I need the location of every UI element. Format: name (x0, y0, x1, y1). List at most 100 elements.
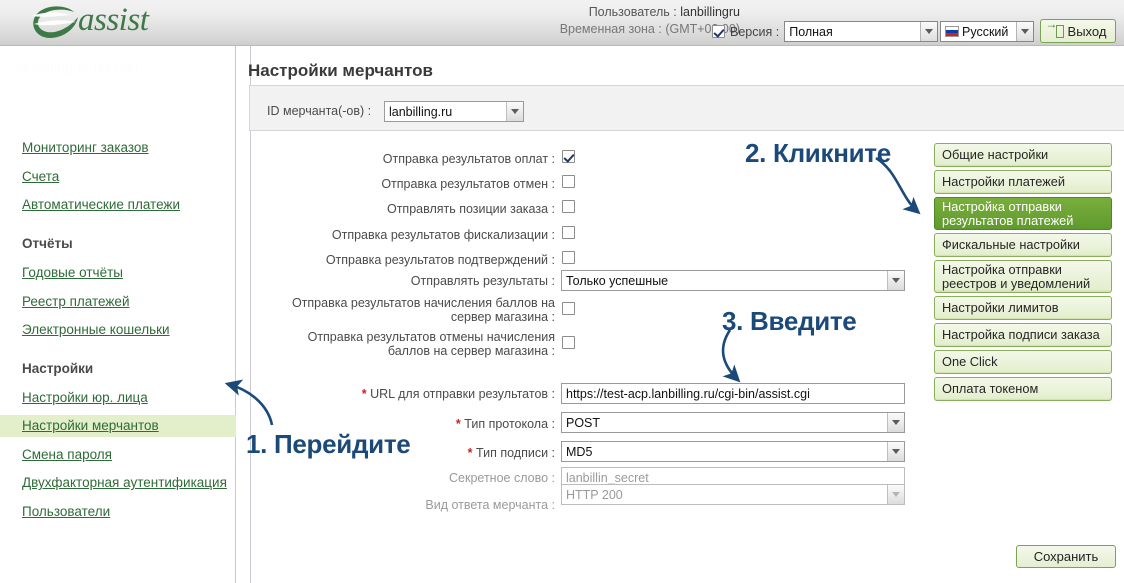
merchant-response-label: Вид ответа мерчанта : (425, 498, 555, 512)
tab-label-8: Оплата токеном (942, 381, 1039, 396)
send-results-select[interactable]: Только успешные (561, 270, 905, 291)
protocol-label-text: Тип протокола : (464, 417, 555, 431)
language-select[interactable]: Русский (940, 21, 1034, 42)
sidebar (0, 46, 236, 583)
tab-1[interactable]: Настройки платежей (934, 170, 1112, 194)
signature-value: MD5 (566, 444, 593, 459)
settings-row-label-1: Отправка результатов отмен : (381, 177, 555, 191)
url-input[interactable]: https://test-acp.lanbilling.ru/cgi-bin/a… (561, 383, 905, 404)
chevron-down-icon (887, 485, 904, 504)
settings-row-checkbox-1[interactable] (562, 175, 575, 188)
secret-label: Секретное слово : (449, 471, 555, 485)
sidebar-item-1[interactable]: Счета (22, 169, 59, 184)
version-block: Версия : Полная (712, 21, 939, 42)
tab-label-1: Настройки платежей (942, 174, 1066, 189)
version-checkbox[interactable] (712, 25, 725, 38)
sidebar-item-0[interactable]: Мониторинг заказов (22, 140, 149, 155)
sidebar-item-6[interactable]: Электронные кошельки (22, 322, 170, 337)
tab-label-5: Настройки лимитов (942, 300, 1059, 315)
bonus-cancel-label: Отправка результатов отмены начисления б… (307, 330, 555, 358)
tab-0[interactable]: Общие настройки (934, 143, 1112, 167)
settings-row-label-2: Отправлять позиции заказа : (386, 202, 555, 216)
bonus-cancel-checkbox[interactable] (562, 336, 575, 349)
page-title: Настройки мерчантов (248, 61, 433, 80)
settings-row-label-4: Отправка результатов подтверждений : (325, 253, 555, 267)
tab-label-3: Фискальные настройки (942, 237, 1080, 252)
chevron-down-icon (887, 442, 904, 461)
sidebar-item-10[interactable]: Смена пароля (22, 447, 112, 462)
tab-label-2: Настройка отправки результатов платежей (942, 198, 1074, 228)
bonus-accrual-checkbox[interactable] (562, 302, 575, 315)
annotation-0: 1. Перейдите (246, 429, 411, 459)
settings-row-checkbox-0[interactable] (562, 150, 575, 163)
tab-2[interactable]: Настройка отправки результатов платежей (934, 197, 1112, 230)
url-label-text: URL для отправки результатов : (370, 387, 555, 401)
merchant-id-select[interactable]: lanbilling.ru (384, 101, 524, 122)
timezone-info: Временная зона : (GMT+03:00) (450, 22, 740, 36)
merchant-id-value: lanbilling.ru (389, 104, 453, 119)
tab-5[interactable]: Настройки лимитов (934, 296, 1112, 320)
send-results-label: Отправлять результаты : (410, 274, 555, 288)
sidebar-item-4[interactable]: Годовые отчёты (22, 265, 123, 280)
save-label: Сохранить (1033, 549, 1099, 564)
required-marker: * (361, 387, 367, 401)
url-value: https://test-acp.lanbilling.ru/cgi-bin/a… (566, 386, 810, 401)
sidebar-item-9[interactable]: Настройки мерчантов (22, 418, 159, 433)
signature-label-text: Тип подписи : (476, 446, 555, 460)
sidebar-item-8[interactable]: Настройки юр. лица (22, 390, 148, 405)
app-root: assist Пользователь : lanbillingru Време… (0, 0, 1124, 583)
russian-flag-icon (945, 26, 959, 37)
signature-select[interactable]: MD5 (561, 441, 905, 462)
sidebar-item-2[interactable]: Автоматические платежи (22, 197, 180, 212)
sidebar-item-11[interactable]: Двухфакторная аутентификация (22, 475, 227, 490)
tab-7[interactable]: One Click (934, 350, 1112, 374)
sidebar-item-12[interactable]: Пользователи (22, 504, 110, 519)
required-marker: * (455, 417, 461, 431)
annotation-2: 3. Введите (722, 306, 857, 336)
merchant-response-select: HTTP 200 (561, 484, 905, 505)
sidebar-account-label: lanbilling.ru (12748) (16, 60, 139, 75)
leaf-logo-icon (32, 6, 78, 38)
version-select-value: Полная (789, 24, 833, 39)
tab-label-0: Общие настройки (942, 147, 1049, 162)
tab-6[interactable]: Настройка подписи заказа (934, 323, 1112, 347)
logout-button[interactable]: Выход (1040, 17, 1116, 43)
tab-label-4: Настройка отправки реестров и уведомлени… (942, 261, 1091, 291)
user-label: Пользователь : (588, 5, 677, 19)
logo-wordmark: assist (78, 2, 149, 38)
tab-8[interactable]: Оплата токеном (934, 377, 1112, 401)
language-select-value: Русский (962, 24, 1009, 39)
settings-row-checkbox-3[interactable] (562, 226, 575, 239)
required-marker: * (467, 446, 473, 460)
tab-3[interactable]: Фискальные настройки (934, 233, 1112, 257)
protocol-value: POST (566, 415, 601, 430)
tab-4[interactable]: Настройка отправки реестров и уведомлени… (934, 260, 1112, 293)
send-results-value: Только успешные (566, 273, 669, 288)
settings-row-checkbox-2[interactable] (562, 200, 575, 213)
user-info: Пользователь : lanbillingru (500, 5, 740, 19)
version-select[interactable]: Полная (784, 21, 939, 42)
sidebar-item-3: Отчёты (22, 236, 73, 251)
merchant-id-label: ID мерчанта(-ов) : (267, 104, 372, 118)
chevron-down-icon (920, 22, 938, 41)
logout-icon (1046, 17, 1064, 38)
chevron-down-icon (1016, 22, 1033, 41)
tab-label-6: Настройка подписи заказа (942, 327, 1100, 342)
chevron-down-icon (506, 102, 523, 121)
secret-value: lanbillin_secret (566, 470, 649, 485)
user-value: lanbillingru (680, 5, 740, 19)
url-label: * URL для отправки результатов : (330, 387, 555, 401)
chevron-down-icon (887, 413, 904, 432)
annotation-1: 2. Кликните (745, 138, 891, 168)
sidebar-item-5[interactable]: Реестр платежей (22, 294, 130, 309)
settings-row-label-0: Отправка результатов оплат : (382, 152, 555, 166)
protocol-select[interactable]: POST (561, 412, 905, 433)
merchant-selector-panel (249, 85, 1124, 131)
save-button[interactable]: Сохранить (1016, 545, 1116, 568)
settings-row-checkbox-4[interactable] (562, 251, 575, 264)
top-header-bar: assist Пользователь : lanbillingru Време… (0, 0, 1124, 46)
logout-label: Выход (1067, 23, 1107, 39)
chevron-down-icon (887, 271, 904, 290)
sidebar-item-7: Настройки (22, 361, 94, 376)
merchant-response-value: HTTP 200 (566, 487, 623, 502)
